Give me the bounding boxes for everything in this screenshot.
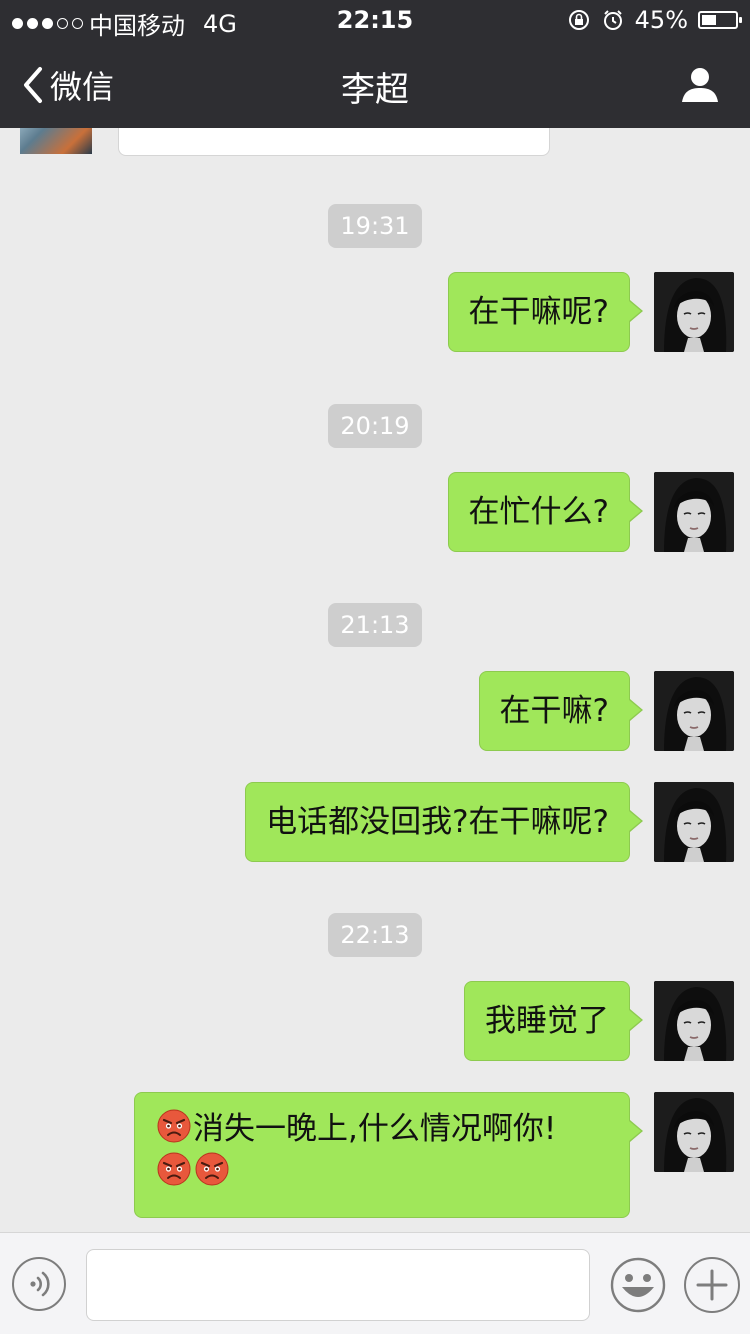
received-message-bubble[interactable] bbox=[118, 128, 550, 156]
profile-icon[interactable] bbox=[680, 64, 720, 104]
timestamp-label: 22:13 bbox=[328, 913, 422, 957]
message-text: 在忙什么? bbox=[468, 494, 609, 530]
sent-message[interactable]: 在忙什么? bbox=[447, 472, 734, 552]
timestamp: 21:13 bbox=[0, 603, 750, 647]
chat-area[interactable]: 19:31 在干嘛呢? 20:19 在忙什么? 21:13 在干嘛? 电话都没回… bbox=[0, 128, 750, 1232]
my-avatar[interactable] bbox=[654, 1092, 734, 1172]
my-avatar[interactable] bbox=[654, 671, 734, 751]
status-right: 45% bbox=[567, 6, 742, 34]
message-text: 消失一晚上,什么情况啊你! bbox=[193, 1111, 557, 1147]
timestamp-label: 20:19 bbox=[328, 404, 422, 448]
contact-avatar[interactable] bbox=[20, 128, 92, 154]
plus-icon bbox=[696, 1269, 728, 1301]
battery-icon bbox=[698, 11, 742, 29]
timestamp: 22:13 bbox=[0, 913, 750, 957]
sent-message[interactable]: 在干嘛呢? bbox=[447, 272, 734, 352]
input-bar bbox=[0, 1232, 750, 1334]
message-bubble[interactable]: 在干嘛呢? bbox=[447, 272, 644, 352]
message-bubble[interactable]: 在忙什么? bbox=[447, 472, 644, 552]
message-text: 电话都没回我?在干嘛呢? bbox=[266, 804, 609, 840]
my-avatar[interactable] bbox=[654, 981, 734, 1061]
battery-fill bbox=[702, 15, 717, 25]
alarm-clock-icon bbox=[603, 10, 622, 30]
sent-message[interactable]: 在干嘛? bbox=[478, 671, 734, 751]
angry-face-icon bbox=[157, 1152, 191, 1195]
sent-message[interactable]: 消失一晚上,什么情况啊你! bbox=[134, 1092, 734, 1218]
nav-bar: 微信 李超 bbox=[0, 40, 750, 128]
timestamp-label: 19:31 bbox=[328, 204, 422, 248]
timestamp: 19:31 bbox=[0, 204, 750, 248]
more-options-button[interactable] bbox=[684, 1257, 740, 1313]
sent-message[interactable]: 我睡觉了 bbox=[464, 981, 734, 1061]
message-input[interactable] bbox=[86, 1249, 590, 1321]
my-avatar[interactable] bbox=[654, 782, 734, 862]
message-text: 在干嘛? bbox=[499, 693, 609, 729]
timestamp: 20:19 bbox=[0, 404, 750, 448]
sent-message[interactable]: 电话都没回我?在干嘛呢? bbox=[245, 782, 734, 862]
battery-percent: 45% bbox=[634, 6, 688, 34]
message-bubble[interactable]: 我睡觉了 bbox=[464, 981, 643, 1061]
message-bubble[interactable]: 在干嘛? bbox=[478, 671, 644, 751]
message-line-1: 消失一晚上,什么情况啊你! bbox=[155, 1109, 609, 1152]
message-bubble[interactable]: 电话都没回我?在干嘛呢? bbox=[245, 782, 643, 862]
rotation-lock-icon bbox=[568, 10, 589, 30]
my-avatar[interactable] bbox=[654, 472, 734, 552]
message-line-2 bbox=[155, 1152, 609, 1195]
chat-title: 李超 bbox=[341, 70, 409, 110]
voice-icon bbox=[30, 1271, 50, 1297]
angry-face-icon bbox=[195, 1152, 229, 1195]
message-text: 我睡觉了 bbox=[485, 1003, 609, 1039]
voice-input-button[interactable] bbox=[12, 1257, 66, 1311]
my-avatar[interactable] bbox=[654, 272, 734, 352]
timestamp-label: 21:13 bbox=[328, 603, 422, 647]
message-bubble[interactable]: 消失一晚上,什么情况啊你! bbox=[134, 1092, 643, 1218]
message-text: 在干嘛呢? bbox=[468, 294, 609, 330]
status-bar: 中国移动 4G 22:15 45% bbox=[0, 0, 750, 40]
angry-face-icon bbox=[157, 1109, 191, 1152]
emoji-button[interactable] bbox=[610, 1257, 666, 1313]
